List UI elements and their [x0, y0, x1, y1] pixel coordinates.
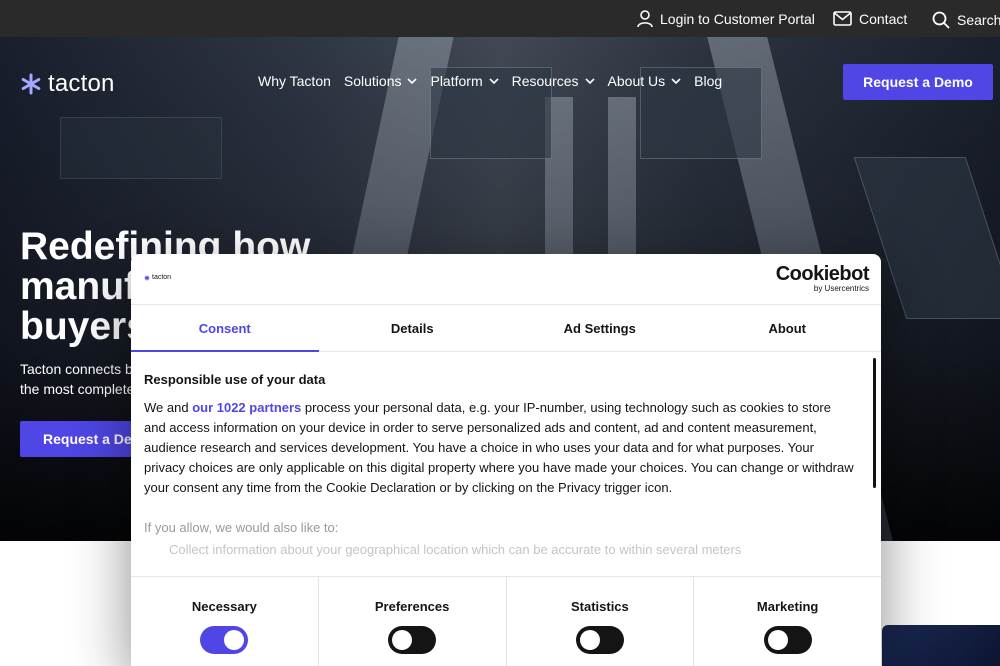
toggle-label: Statistics [570, 599, 629, 614]
switch-knob [579, 630, 600, 650]
switch-knob [224, 630, 245, 650]
nav-label: Platform [430, 73, 483, 89]
main-nav: Why Tacton Solutions Platform Resources … [258, 73, 735, 89]
tab-details[interactable]: Details [319, 305, 507, 351]
chevron-down-icon [407, 78, 418, 84]
toggle-marketing: Marketing [694, 577, 881, 666]
nav-label: Solutions [343, 73, 402, 89]
statistics-switch[interactable] [575, 626, 624, 654]
search-label: Search [957, 11, 1000, 28]
user-icon [637, 9, 653, 27]
if-allow-text: If you allow, we would also like to: [144, 520, 339, 535]
utility-bar: Login to Customer Portal Contact Search [0, 0, 1000, 37]
nav-label: Resources [511, 73, 579, 89]
owner-logo-text: tacton [152, 274, 172, 281]
cookie-consent-dialog: tacton Cookiebot by Usercentrics Consent… [131, 254, 881, 666]
tacton-logo-mark-icon [21, 73, 41, 95]
toggle-necessary: Necessary [131, 577, 319, 666]
feature-card-image [882, 625, 1000, 666]
toggle-label: Necessary [191, 599, 257, 614]
contact-label: Contact [859, 10, 908, 27]
consent-body: Responsible use of your data We and our … [144, 372, 856, 578]
nav-label: About Us [607, 73, 666, 89]
logo-wordmark: tacton [48, 70, 115, 97]
consent-scrollbar[interactable] [873, 358, 876, 488]
switch-knob [392, 630, 413, 650]
dialog-owner-logo: tacton [144, 274, 171, 281]
search-icon [932, 11, 950, 29]
purpose-list-item: Collect information about your geographi… [169, 542, 742, 557]
cookiebot-wordmark: Cookiebot [775, 263, 870, 285]
chevron-down-icon [671, 78, 681, 84]
toggle-label: Marketing [756, 599, 819, 614]
login-label: Login to Customer Portal [660, 10, 815, 27]
toggle-statistics: Statistics [507, 577, 695, 666]
cookiebot-byline: by Usercentrics [813, 284, 869, 293]
nav-resources[interactable]: Resources [512, 73, 595, 89]
tab-consent[interactable]: Consent [131, 305, 319, 352]
chevron-down-icon [584, 78, 595, 84]
background-machine [60, 117, 222, 179]
nav-solutions[interactable]: Solutions [344, 73, 418, 89]
request-demo-button[interactable]: Request a Demo [843, 64, 993, 100]
preferences-switch[interactable] [388, 626, 437, 654]
toggle-label: Preferences [374, 599, 450, 614]
consent-heading: Responsible use of your data [144, 372, 326, 387]
cookiebot-logo[interactable]: Cookiebot by Usercentrics [775, 263, 870, 293]
tab-about[interactable]: About [694, 305, 882, 351]
partners-link[interactable]: our 1022 partners [192, 400, 301, 415]
envelope-icon [833, 11, 852, 26]
dialog-tabs: Consent Details Ad Settings About [131, 305, 881, 352]
consent-toggles: Necessary Preferences Statistics Marketi… [131, 576, 881, 666]
switch-knob [767, 630, 788, 650]
contact-link[interactable]: Contact [833, 0, 907, 37]
nav-label: Why Tacton [258, 73, 331, 89]
dialog-header: tacton Cookiebot by Usercentrics [131, 254, 881, 305]
toggle-preferences: Preferences [319, 577, 507, 666]
consent-text: We and our 1022 partners process your pe… [144, 398, 856, 498]
tacton-logo-mark-icon [144, 275, 150, 280]
tacton-logo[interactable]: tacton [20, 70, 115, 98]
nav-why-tacton[interactable]: Why Tacton [258, 73, 331, 89]
consent-text-lead: We and [144, 400, 193, 415]
search-link[interactable]: Search [932, 1, 1000, 38]
nav-label: Blog [694, 73, 723, 89]
chevron-down-icon [489, 78, 499, 84]
marketing-switch[interactable] [763, 626, 812, 654]
nav-about-us[interactable]: About Us [608, 73, 682, 89]
tab-ad-settings[interactable]: Ad Settings [506, 305, 694, 351]
necessary-switch[interactable] [200, 626, 249, 654]
customer-portal-login-link[interactable]: Login to Customer Portal [637, 0, 815, 37]
nav-platform[interactable]: Platform [430, 73, 499, 89]
nav-blog[interactable]: Blog [694, 73, 722, 89]
